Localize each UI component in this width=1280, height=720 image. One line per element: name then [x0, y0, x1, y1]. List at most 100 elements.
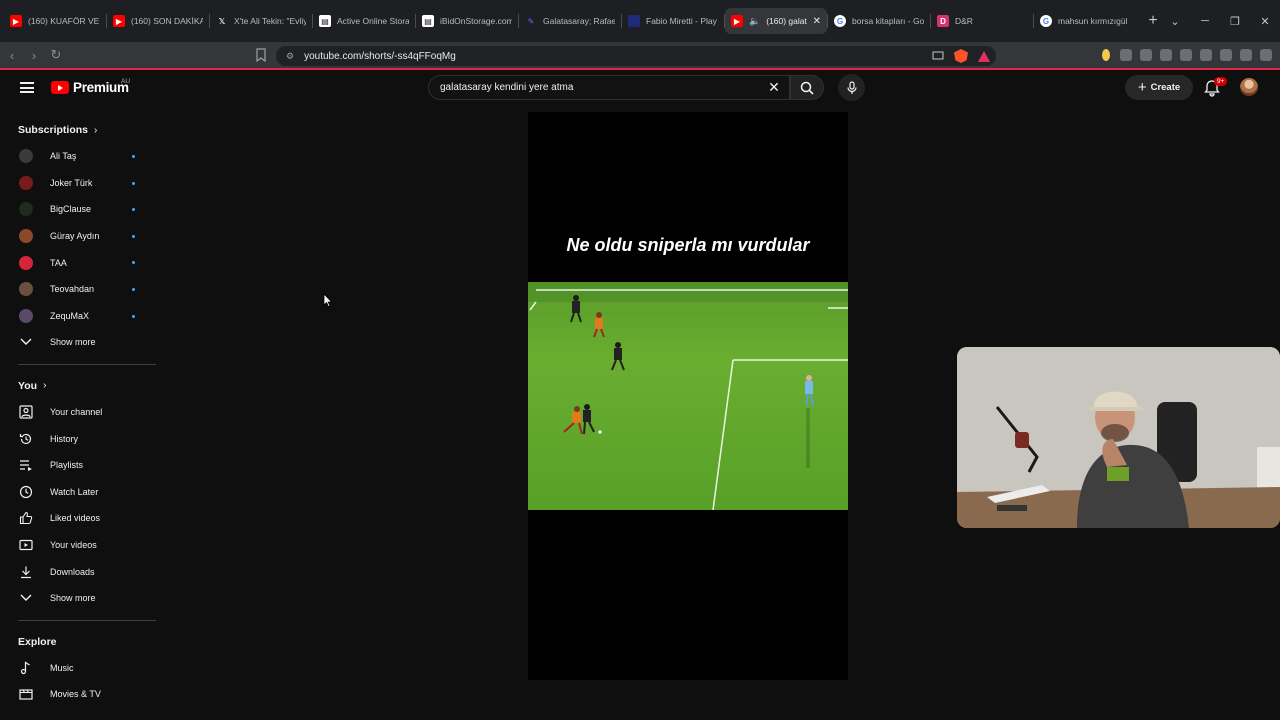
sidebar-item-history[interactable]: History: [0, 425, 160, 452]
minimize-button[interactable]: ─: [1190, 15, 1220, 27]
browser-tab[interactable]: Gborsa kitapları - Go: [828, 8, 930, 34]
extension-icon[interactable]: [1160, 49, 1172, 61]
tab-title: (160) KUAFÖR VE S: [28, 16, 100, 26]
show-more-label: Show more: [50, 337, 96, 348]
document-icon: ▤: [319, 15, 331, 27]
person-icon: [18, 404, 34, 420]
browser-tab[interactable]: ▶ (160) KUAFÖR VE S: [4, 8, 106, 34]
extension-icon[interactable]: [1102, 49, 1110, 61]
reload-button[interactable]: ↻: [46, 47, 66, 63]
sidebar-item-download[interactable]: Downloads: [0, 558, 160, 585]
brave-shields-icon[interactable]: [954, 49, 968, 63]
leo-icon[interactable]: [1220, 49, 1232, 61]
youtube-icon: ▶: [113, 15, 125, 27]
video-caption: Ne oldu sniperla mı vurdular: [566, 235, 810, 255]
sidebar-item-clock[interactable]: Watch Later: [0, 479, 160, 506]
account-avatar[interactable]: [1240, 78, 1258, 96]
show-more-subscriptions[interactable]: Show more: [0, 329, 160, 356]
thumbs-up-icon: [18, 510, 34, 526]
divider: [18, 363, 156, 365]
browser-tab[interactable]: Fabio Miretti - Play: [622, 8, 724, 34]
subscription-item[interactable]: Ali Taş: [0, 143, 160, 170]
close-window-button[interactable]: ✕: [1250, 15, 1280, 28]
site-settings-icon[interactable]: ⚙: [286, 51, 294, 62]
window-controls: ⌄ ─ ❐ ✕: [1160, 0, 1280, 42]
music-icon: [18, 660, 34, 676]
tab-title: (160) SON DAKİKA: [131, 16, 203, 26]
tab-search-icon[interactable]: ⌄: [1160, 15, 1190, 28]
address-bar[interactable]: ⚙ youtube.com/shorts/-ss4qFFoqMg: [276, 46, 996, 66]
tab-title: Fabio Miretti - Play: [646, 16, 717, 26]
sidebar-item-thumbs-up[interactable]: Liked videos: [0, 505, 160, 532]
sidebar-item-label: Your videos: [50, 540, 97, 551]
tab-title: (160) galata: [766, 16, 807, 26]
you-header[interactable]: You ›: [0, 373, 160, 399]
subscription-item[interactable]: TAA: [0, 249, 160, 276]
extension-icon[interactable]: [1140, 49, 1152, 61]
player-figure: [593, 312, 605, 338]
brave-rewards-icon[interactable]: [978, 50, 990, 62]
goalkeeper-figure: [805, 375, 814, 407]
close-tab-icon[interactable]: ✕: [813, 16, 821, 27]
browser-tab[interactable]: Gmahsun kırmızıgül: [1034, 8, 1136, 34]
subscription-item[interactable]: BigClause: [0, 196, 160, 223]
sidebar-item-label: Music: [50, 662, 74, 673]
you-list: Your channel History Playlists Watch Later L…: [0, 399, 160, 585]
new-content-dot: [132, 234, 135, 238]
sidebar-item-label: Movies & TV: [50, 689, 101, 700]
browser-tab[interactable]: ▶ 🔈 (160) galata ✕: [725, 8, 827, 34]
sidebar-item-person[interactable]: Your channel: [0, 399, 160, 426]
mouse-cursor-icon: [323, 293, 333, 308]
site-icon: [628, 15, 640, 27]
sidebar-item-movies[interactable]: Movies & TV: [0, 681, 160, 708]
subscription-item[interactable]: Joker Türk: [0, 170, 160, 197]
menu-icon[interactable]: [1260, 49, 1272, 61]
clear-search-icon[interactable]: ✕: [766, 80, 782, 96]
tab-title: Galatasaray; Rafael: [543, 16, 615, 26]
sidebar-item-music[interactable]: Music: [0, 655, 160, 682]
cast-icon[interactable]: [932, 51, 944, 61]
search-input[interactable]: galatasaray kendini yere atma: [428, 75, 790, 100]
browser-tab[interactable]: ▤ iBidOnStorage.com: [416, 8, 518, 34]
wallet-icon[interactable]: [1200, 49, 1212, 61]
browser-tab[interactable]: ✎ Galatasaray; Rafael: [519, 8, 621, 34]
youtube-logo[interactable]: Premium: [51, 80, 129, 95]
voice-search-button[interactable]: [838, 74, 865, 101]
channel-name: Teovahdan: [50, 284, 95, 295]
channel-name: Joker Türk: [50, 177, 93, 188]
browser-tab[interactable]: ▶ (160) SON DAKİKA: [107, 8, 209, 34]
player-figure: [611, 342, 625, 371]
extension-icon[interactable]: [1120, 49, 1132, 61]
subscription-item[interactable]: Teovahdan: [0, 276, 160, 303]
search-button[interactable]: [790, 75, 824, 100]
back-button[interactable]: ‹: [2, 48, 22, 63]
subscription-item[interactable]: Güray Aydın: [0, 223, 160, 250]
browser-tab[interactable]: D D&R: [931, 8, 1033, 34]
search-icon: [800, 81, 814, 95]
shorts-player[interactable]: Ne oldu sniperla mı vurdular: [528, 112, 848, 680]
create-button[interactable]: + Create: [1125, 75, 1193, 100]
player-figure: [583, 404, 595, 435]
browser-tab[interactable]: ▤ Active Online Stora: [313, 8, 415, 34]
channel-avatar-image: [19, 282, 33, 297]
restore-button[interactable]: ❐: [1220, 15, 1250, 28]
vpn-icon[interactable]: [1240, 49, 1252, 61]
youtube-icon: ▶: [731, 15, 743, 27]
you-title: You: [18, 379, 38, 392]
sidebar-item-playlists[interactable]: Playlists: [0, 452, 160, 479]
video-icon: [18, 537, 34, 553]
forward-button[interactable]: ›: [24, 48, 44, 63]
subscriptions-header[interactable]: Subscriptions ›: [0, 117, 160, 143]
new-content-dot: [132, 208, 135, 212]
sidebar-item-video[interactable]: Your videos: [0, 532, 160, 559]
sidebar-item-label: Downloads: [50, 566, 95, 577]
new-content-dot: [132, 261, 135, 265]
guide-menu-icon[interactable]: [20, 82, 34, 93]
sidebar-toggle-icon[interactable]: [1180, 49, 1192, 61]
audio-playing-icon[interactable]: 🔈: [749, 16, 760, 27]
subscription-item[interactable]: ZequMaX: [0, 303, 160, 330]
browser-tab[interactable]: 𝕏 X'te Ali Tekin: "Evliy: [210, 8, 312, 34]
show-more-label: Show more: [50, 593, 96, 604]
show-more-you[interactable]: Show more: [0, 585, 160, 612]
bookmark-icon[interactable]: [254, 48, 268, 62]
